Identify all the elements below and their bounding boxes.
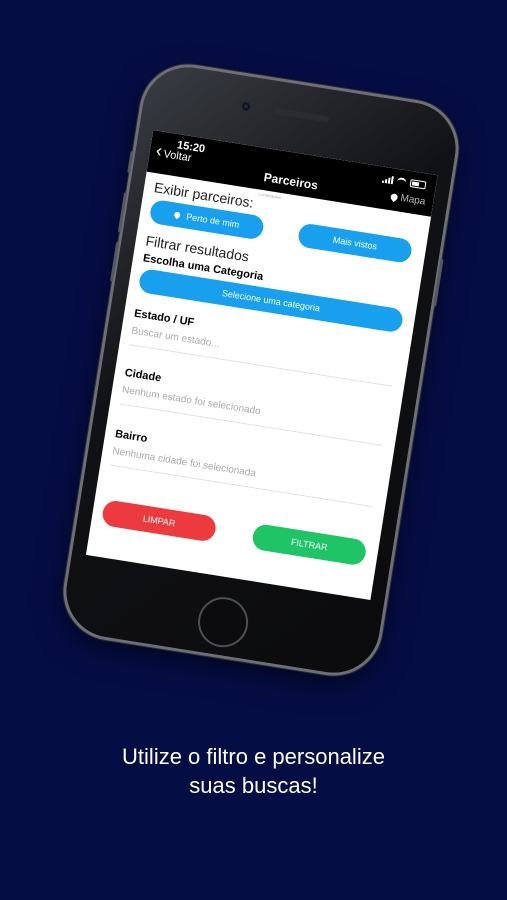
neighborhood-field[interactable]: Bairro Nenhuma cidade foi selecionada [110,428,379,508]
phone-device: ‹ 15:20 Voltar Parceiros Mapa Localizaçõ [59,60,463,680]
home-button[interactable] [194,593,252,651]
earpiece-speaker [273,107,330,123]
app-screen: ‹ 15:20 Voltar Parceiros Mapa Localizaçõ [85,130,438,600]
tiny-label: Localizações [258,191,282,201]
mute-switch [127,150,134,174]
most-viewed-label: Mais vistos [332,234,378,252]
location-pin-icon [389,192,400,203]
wifi-icon [396,177,407,187]
promo-caption: Utilize o filtro e personalize suas busc… [0,742,507,800]
signal-icon [381,175,394,185]
battery-icon [409,179,427,190]
filter-button[interactable]: FILTRAR [250,522,368,567]
near-me-label: Perto de mim [185,211,240,230]
filter-label: FILTRAR [290,536,329,553]
status-icons [381,175,427,190]
location-pin-icon [173,210,182,220]
front-camera [241,101,251,111]
select-category-label: Selecione uma categoria [221,288,321,314]
clear-button[interactable]: LIMPAR [100,499,218,543]
volume-down-button [110,241,120,282]
caption-line-2: suas buscas! [189,773,318,798]
caption-line-1: Utilize o filtro e personalize [122,744,385,769]
volume-up-button [117,192,128,233]
most-viewed-button[interactable]: Mais vistos [296,222,414,264]
power-button [433,258,444,307]
navigation-bar: ‹ 15:20 Voltar Parceiros Mapa [146,130,438,217]
clear-label: LIMPAR [142,513,177,529]
